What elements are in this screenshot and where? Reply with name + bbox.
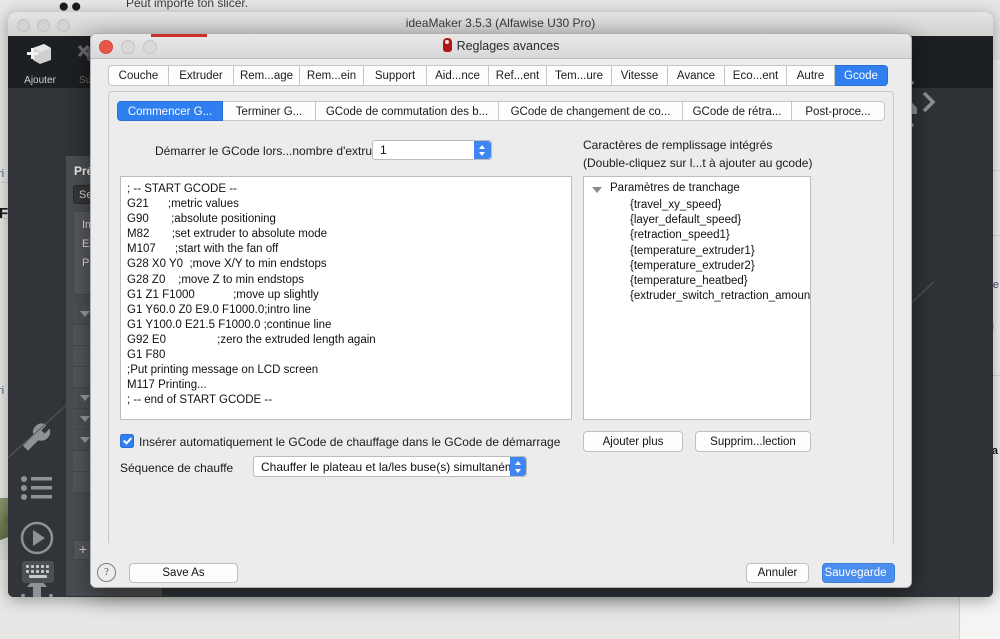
- placeholders-tree[interactable]: Paramètres de tranchage {travel_xy_speed…: [583, 176, 811, 420]
- tab-couche[interactable]: Couche: [108, 65, 169, 86]
- auto-heat-label: Insérer automatiquement le GCode de chau…: [139, 435, 561, 449]
- sub-tab-bar[interactable]: Commencer G... Terminer G... GCode de co…: [117, 101, 885, 121]
- heat-sequence-stepper[interactable]: [510, 457, 526, 476]
- heat-sequence-value: Chauffer le plateau et la/les buse(s) si…: [261, 460, 527, 474]
- placeholders-heading: Caractères de remplissage intégrés: [583, 138, 773, 152]
- bg-fragment-left-3: F: [0, 205, 9, 222]
- subtab-commencer-gcode[interactable]: Commencer G...: [117, 101, 223, 121]
- tab-refroidissement[interactable]: Ref...ent: [489, 65, 547, 86]
- dialog-title-bar-text: Reglages avances: [91, 38, 911, 53]
- tab-gcode[interactable]: Gcode: [835, 65, 888, 86]
- toolbar-add-label: Ajouter: [24, 75, 56, 86]
- toolbar-add-button[interactable]: Ajouter: [14, 40, 66, 86]
- tab-extruder[interactable]: Extruder: [169, 65, 234, 86]
- tab-avance[interactable]: Avance: [668, 65, 725, 86]
- keyboard-icon[interactable]: [22, 561, 54, 583]
- gcode-tab-content: Démarrer le GCode lors...nombre d'extrud…: [117, 130, 885, 536]
- auto-heat-checkbox-row[interactable]: Insérer automatiquement le GCode de chau…: [120, 433, 560, 451]
- save-as-button[interactable]: Save As: [129, 563, 238, 583]
- tab-adherence[interactable]: Aid...nce: [427, 65, 489, 86]
- placeholder-item[interactable]: {retraction_speed1}: [584, 228, 810, 243]
- tab-autre[interactable]: Autre: [787, 65, 835, 86]
- tab-temperature[interactable]: Tem...ure: [547, 65, 612, 86]
- subtab-terminer-gcode[interactable]: Terminer G...: [223, 101, 316, 121]
- extruder-count-spinner[interactable]: 1: [372, 140, 492, 160]
- heat-sequence-label: Séquence de chauffe: [120, 461, 234, 475]
- placeholder-item[interactable]: {travel_xy_speed}: [584, 198, 810, 213]
- tab-vitesse[interactable]: Vitesse: [612, 65, 668, 86]
- list-icon[interactable]: [17, 468, 57, 508]
- ideamaker-left-rail: [8, 88, 163, 597]
- tab-support[interactable]: Support: [364, 65, 427, 86]
- ideamaker-window-title: ideaMaker 3.5.3 (Alfawise U30 Pro): [405, 16, 596, 30]
- caret-down-icon[interactable]: [592, 187, 602, 193]
- delete-selection-button[interactable]: Supprim...lection: [695, 431, 811, 452]
- bg-fragment-left-2: ri: [0, 385, 5, 397]
- tab-remplissage-plein[interactable]: Rem...ein: [300, 65, 364, 86]
- placeholder-item[interactable]: {temperature_extruder1}: [584, 244, 810, 259]
- subtab-gcode-retraction[interactable]: GCode de rétra...: [683, 101, 792, 121]
- main-tab-bar[interactable]: Couche Extruder Rem...age Rem...ein Supp…: [108, 65, 894, 86]
- play-circle-icon[interactable]: [17, 518, 57, 558]
- dialog-title: Reglages avances: [456, 39, 560, 53]
- placeholders-subheading: (Double-cliquez sur l...t à ajouter au g…: [583, 156, 813, 170]
- placeholders-group-row[interactable]: Paramètres de tranchage: [584, 182, 810, 198]
- wrench-icon[interactable]: [17, 418, 57, 458]
- heat-sequence-select[interactable]: Chauffer le plateau et la/les buse(s) si…: [253, 456, 527, 477]
- tab-remplissage[interactable]: Rem...age: [234, 65, 300, 86]
- subtab-gcode-commutation[interactable]: GCode de commutation des b...: [316, 101, 499, 121]
- tab-economie[interactable]: Eco...ent: [725, 65, 787, 86]
- alert-icon: [442, 38, 452, 52]
- cancel-button[interactable]: Annuler: [746, 563, 809, 583]
- add-cube-icon: [27, 44, 51, 64]
- titlebar-accent-strip: [151, 34, 207, 37]
- bg-doc-line-1: Peut importe ton slicer.: [126, 0, 249, 10]
- save-button[interactable]: Sauvegarde: [822, 563, 895, 583]
- help-icon[interactable]: ?: [97, 563, 116, 582]
- extruder-count-stepper[interactable]: [474, 141, 491, 159]
- bg-fragment-left-1: ri: [0, 168, 5, 180]
- add-more-button[interactable]: Ajouter plus: [583, 431, 683, 452]
- save-button-label: Sauvegarde: [824, 567, 887, 579]
- placeholder-item[interactable]: {extruder_switch_retraction_amount1}: [584, 289, 810, 304]
- gcode-panel: Commencer G... Terminer G... GCode de co…: [108, 91, 894, 545]
- auto-heat-checkbox[interactable]: [120, 434, 134, 448]
- placeholder-item[interactable]: {temperature_extruder2}: [584, 259, 810, 274]
- chevron-right-icon: [922, 91, 936, 113]
- subtab-gcode-changement[interactable]: GCode de changement de co...: [499, 101, 683, 121]
- start-gcode-editor[interactable]: ; -- START GCODE -- G21 ;metric values G…: [120, 176, 572, 420]
- screen-root: ●● Peut importe ton slicer. La réponse t…: [0, 0, 1000, 639]
- placeholders-group-label: Paramètres de tranchage: [610, 182, 740, 194]
- placeholder-item[interactable]: {temperature_heatbed}: [584, 274, 810, 289]
- subtab-post-processing[interactable]: Post-proce...: [792, 101, 885, 121]
- placeholder-item[interactable]: {layer_default_speed}: [584, 213, 810, 228]
- advanced-settings-dialog: Reglages avances Couche Extruder Rem...a…: [90, 33, 912, 588]
- dialog-titlebar[interactable]: Reglages avances: [91, 34, 911, 59]
